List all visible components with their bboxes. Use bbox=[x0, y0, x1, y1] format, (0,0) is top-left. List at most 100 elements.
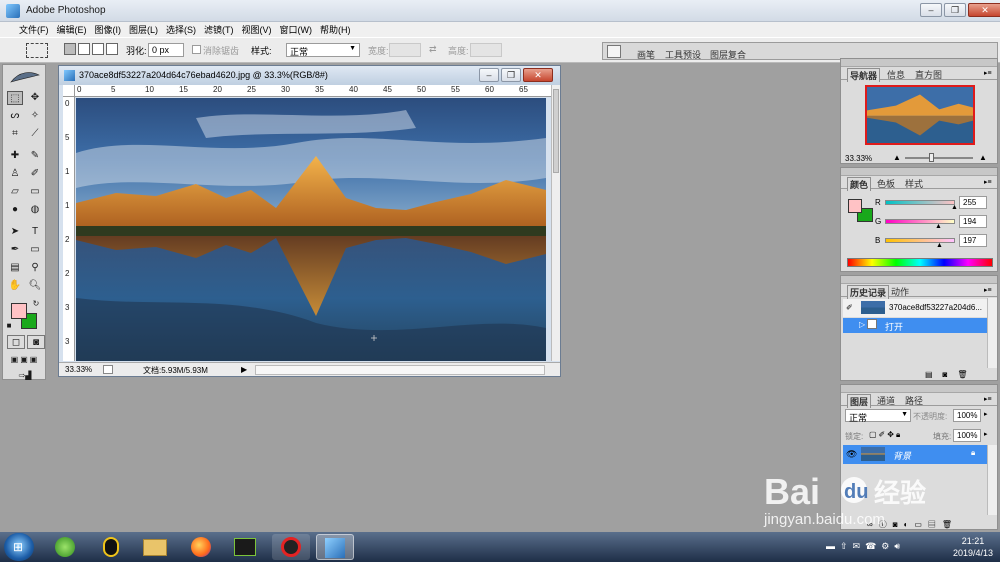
taskbar-360-icon[interactable] bbox=[46, 534, 84, 560]
channel-slider[interactable] bbox=[885, 200, 955, 205]
opacity-arrow-icon[interactable]: ▸ bbox=[984, 410, 988, 418]
horizontal-scrollbar[interactable] bbox=[255, 365, 545, 375]
antialias-checkbox[interactable] bbox=[192, 45, 201, 54]
move-tool-icon[interactable]: ✥ bbox=[27, 91, 43, 105]
history-brush-icon[interactable]: ✐ bbox=[27, 167, 43, 181]
subtract-selection-icon[interactable] bbox=[92, 43, 104, 55]
document-title-bar[interactable]: 370ace8df53227a204d64c76ebad4620.jpg @ 3… bbox=[59, 66, 560, 85]
menu-edit[interactable]: 编辑(E) bbox=[54, 23, 90, 36]
doc-minimize-button[interactable]: – bbox=[479, 68, 499, 82]
fill-input[interactable]: 100% bbox=[953, 429, 981, 442]
panel-menu-icon[interactable]: ▸≡ bbox=[984, 286, 994, 294]
tab-history[interactable]: 历史记录 bbox=[847, 285, 890, 299]
tab-styles[interactable]: 样式 bbox=[905, 177, 923, 190]
eraser-tool-icon[interactable]: ▱ bbox=[7, 185, 23, 199]
marquee-tool-icon[interactable]: ⬚ bbox=[7, 91, 23, 105]
channel-slider-thumb[interactable]: ▲ bbox=[951, 204, 958, 211]
navigator-zoom[interactable]: 33.33% bbox=[845, 154, 872, 163]
tab-actions[interactable]: 动作 bbox=[891, 285, 909, 298]
lasso-tool-icon[interactable]: ᔕ bbox=[7, 109, 23, 123]
add-selection-icon[interactable] bbox=[78, 43, 90, 55]
close-button[interactable]: ✕ bbox=[968, 3, 1000, 17]
channel-slider-thumb[interactable]: ▲ bbox=[936, 242, 943, 249]
fill-arrow-icon[interactable]: ▸ bbox=[984, 430, 988, 438]
menu-window[interactable]: 窗口(W) bbox=[277, 23, 316, 36]
tab-histogram[interactable]: 直方图 bbox=[915, 68, 942, 81]
status-menu-arrow-icon[interactable]: ▶ bbox=[241, 365, 247, 374]
width-input[interactable] bbox=[389, 43, 421, 57]
taskbar-recorder-icon[interactable] bbox=[272, 534, 310, 560]
magic-wand-tool-icon[interactable]: ✧ bbox=[27, 109, 43, 123]
height-input[interactable] bbox=[470, 43, 502, 57]
screen-mode-icon[interactable]: ▣▣▣ bbox=[7, 353, 43, 367]
history-state-row[interactable]: ▷ 打开 bbox=[843, 318, 987, 333]
panel-foreground-swatch[interactable] bbox=[848, 199, 862, 213]
color-ramp[interactable] bbox=[847, 258, 993, 267]
gradient-tool-icon[interactable]: ▭ bbox=[27, 185, 43, 199]
panel-menu-icon[interactable]: ▸≡ bbox=[984, 69, 994, 77]
vertical-ruler[interactable]: 0 5 1 1 2 2 3 3 bbox=[63, 97, 75, 361]
stamp-tool-icon[interactable]: ♙ bbox=[7, 167, 23, 181]
taskbar-media-icon[interactable] bbox=[226, 534, 264, 560]
opacity-input[interactable]: 100% bbox=[953, 409, 981, 422]
history-scrollbar[interactable] bbox=[987, 298, 997, 368]
eye-icon[interactable]: 👁︎ bbox=[846, 449, 857, 460]
tab-swatches[interactable]: 色板 bbox=[877, 177, 895, 190]
taskbar-qq-icon[interactable] bbox=[92, 534, 130, 560]
menu-file[interactable]: 文件(F) bbox=[16, 23, 52, 36]
channel-value[interactable]: 197 bbox=[959, 234, 987, 247]
foreground-color-swatch[interactable] bbox=[11, 303, 27, 319]
tab-channels[interactable]: 通道 bbox=[877, 394, 895, 407]
channel-slider[interactable] bbox=[885, 219, 955, 224]
tab-navigator[interactable]: 导航器 bbox=[847, 68, 881, 82]
blur-tool-icon[interactable]: ● bbox=[7, 203, 23, 217]
menu-select[interactable]: 选择(S) bbox=[163, 23, 199, 36]
tab-info[interactable]: 信息 bbox=[887, 68, 905, 81]
menu-layer[interactable]: 图层(L) bbox=[126, 23, 161, 36]
brush-tool-icon[interactable]: ✎ bbox=[27, 149, 43, 163]
intersect-selection-icon[interactable] bbox=[106, 43, 118, 55]
dock-tab-layer-comps[interactable]: 图层复合 bbox=[710, 48, 746, 61]
tab-color[interactable]: 颜色 bbox=[847, 177, 872, 191]
tray-icons[interactable]: ▬⇧✉☎⚙🔊︎ bbox=[826, 541, 905, 552]
panel-menu-icon[interactable]: ▸≡ bbox=[984, 178, 994, 186]
zoom-in-icon[interactable]: ▲ bbox=[979, 153, 987, 162]
zoom-level[interactable]: 33.33% bbox=[65, 365, 92, 374]
history-snapshot-row[interactable]: ✐ 370ace8df53227a204d6... bbox=[843, 299, 987, 317]
menu-view[interactable]: 视图(V) bbox=[239, 23, 275, 36]
swap-icon[interactable]: ⇄ bbox=[429, 44, 437, 55]
default-colors-icon[interactable]: ■ bbox=[5, 319, 13, 333]
notes-tool-icon[interactable]: ▤ bbox=[7, 261, 23, 275]
zoom-slider[interactable] bbox=[905, 153, 973, 162]
shape-tool-icon[interactable]: ▭ bbox=[27, 243, 43, 257]
zoom-out-icon[interactable]: ▲ bbox=[893, 153, 901, 162]
history-footer-icons[interactable]: ▤◙🗑︎ bbox=[925, 370, 978, 379]
taskbar-photoshop-icon[interactable] bbox=[316, 534, 354, 560]
blend-mode-select[interactable]: 正常 ▼ bbox=[845, 409, 911, 423]
swap-colors-icon[interactable]: ↻ bbox=[31, 297, 41, 311]
new-selection-icon[interactable] bbox=[64, 43, 76, 55]
history-brush-source-icon[interactable]: ✐ bbox=[846, 303, 853, 312]
channel-slider-thumb[interactable]: ▲ bbox=[935, 223, 942, 230]
channel-slider[interactable] bbox=[885, 238, 955, 243]
tool-preset-picker[interactable] bbox=[26, 43, 48, 58]
navigator-thumbnail[interactable] bbox=[865, 85, 975, 145]
vertical-scrollbar[interactable] bbox=[551, 85, 560, 361]
start-button[interactable]: ⊞ bbox=[4, 533, 34, 561]
image-canvas[interactable] bbox=[76, 98, 546, 361]
clock[interactable]: 21:21 2019/4/13 bbox=[950, 535, 996, 559]
path-select-icon[interactable]: ➤ bbox=[7, 225, 23, 239]
zoom-slider-thumb[interactable] bbox=[929, 153, 934, 162]
pen-tool-icon[interactable]: ✒ bbox=[7, 243, 23, 257]
menu-filter[interactable]: 滤镜(T) bbox=[201, 23, 237, 36]
type-tool-icon[interactable]: T bbox=[27, 225, 43, 239]
ruler-origin[interactable] bbox=[63, 85, 75, 97]
tab-layers[interactable]: 图层 bbox=[847, 394, 872, 408]
channel-value[interactable]: 194 bbox=[959, 215, 987, 228]
menu-help[interactable]: 帮助(H) bbox=[317, 23, 354, 36]
vertical-scroll-thumb[interactable] bbox=[553, 89, 559, 173]
horizontal-ruler[interactable]: 0 5 10 15 20 25 30 35 40 45 50 55 60 65 bbox=[75, 85, 551, 97]
lock-icons[interactable]: ▢✐✥🔒︎ bbox=[869, 430, 902, 440]
taskbar-explorer-icon[interactable] bbox=[136, 534, 174, 560]
panel-menu-icon[interactable]: ▸≡ bbox=[984, 395, 994, 403]
